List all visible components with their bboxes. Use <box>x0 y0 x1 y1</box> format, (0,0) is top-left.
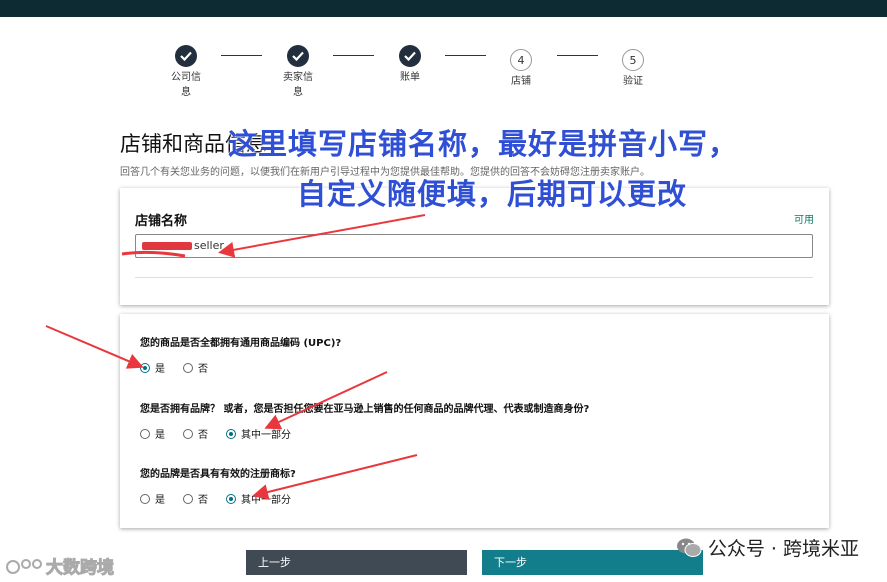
watermark-logo-icon <box>6 558 42 574</box>
redaction-scribble-icon <box>121 250 186 258</box>
watermark-left-text: 大数跨境 <box>46 558 115 579</box>
watermark-left: 大数跨境 <box>6 553 115 579</box>
arrow-icon <box>45 325 144 369</box>
annotation-arrows <box>45 214 426 500</box>
arrow-icon <box>218 214 426 258</box>
watermark-right: 公众号 · 跨境米亚 <box>676 534 859 561</box>
arrow-icon <box>264 371 388 430</box>
arrow-icon <box>252 454 418 500</box>
watermark-right-text: 公众号 · 跨境米亚 <box>707 538 859 560</box>
wechat-icon <box>676 538 702 557</box>
